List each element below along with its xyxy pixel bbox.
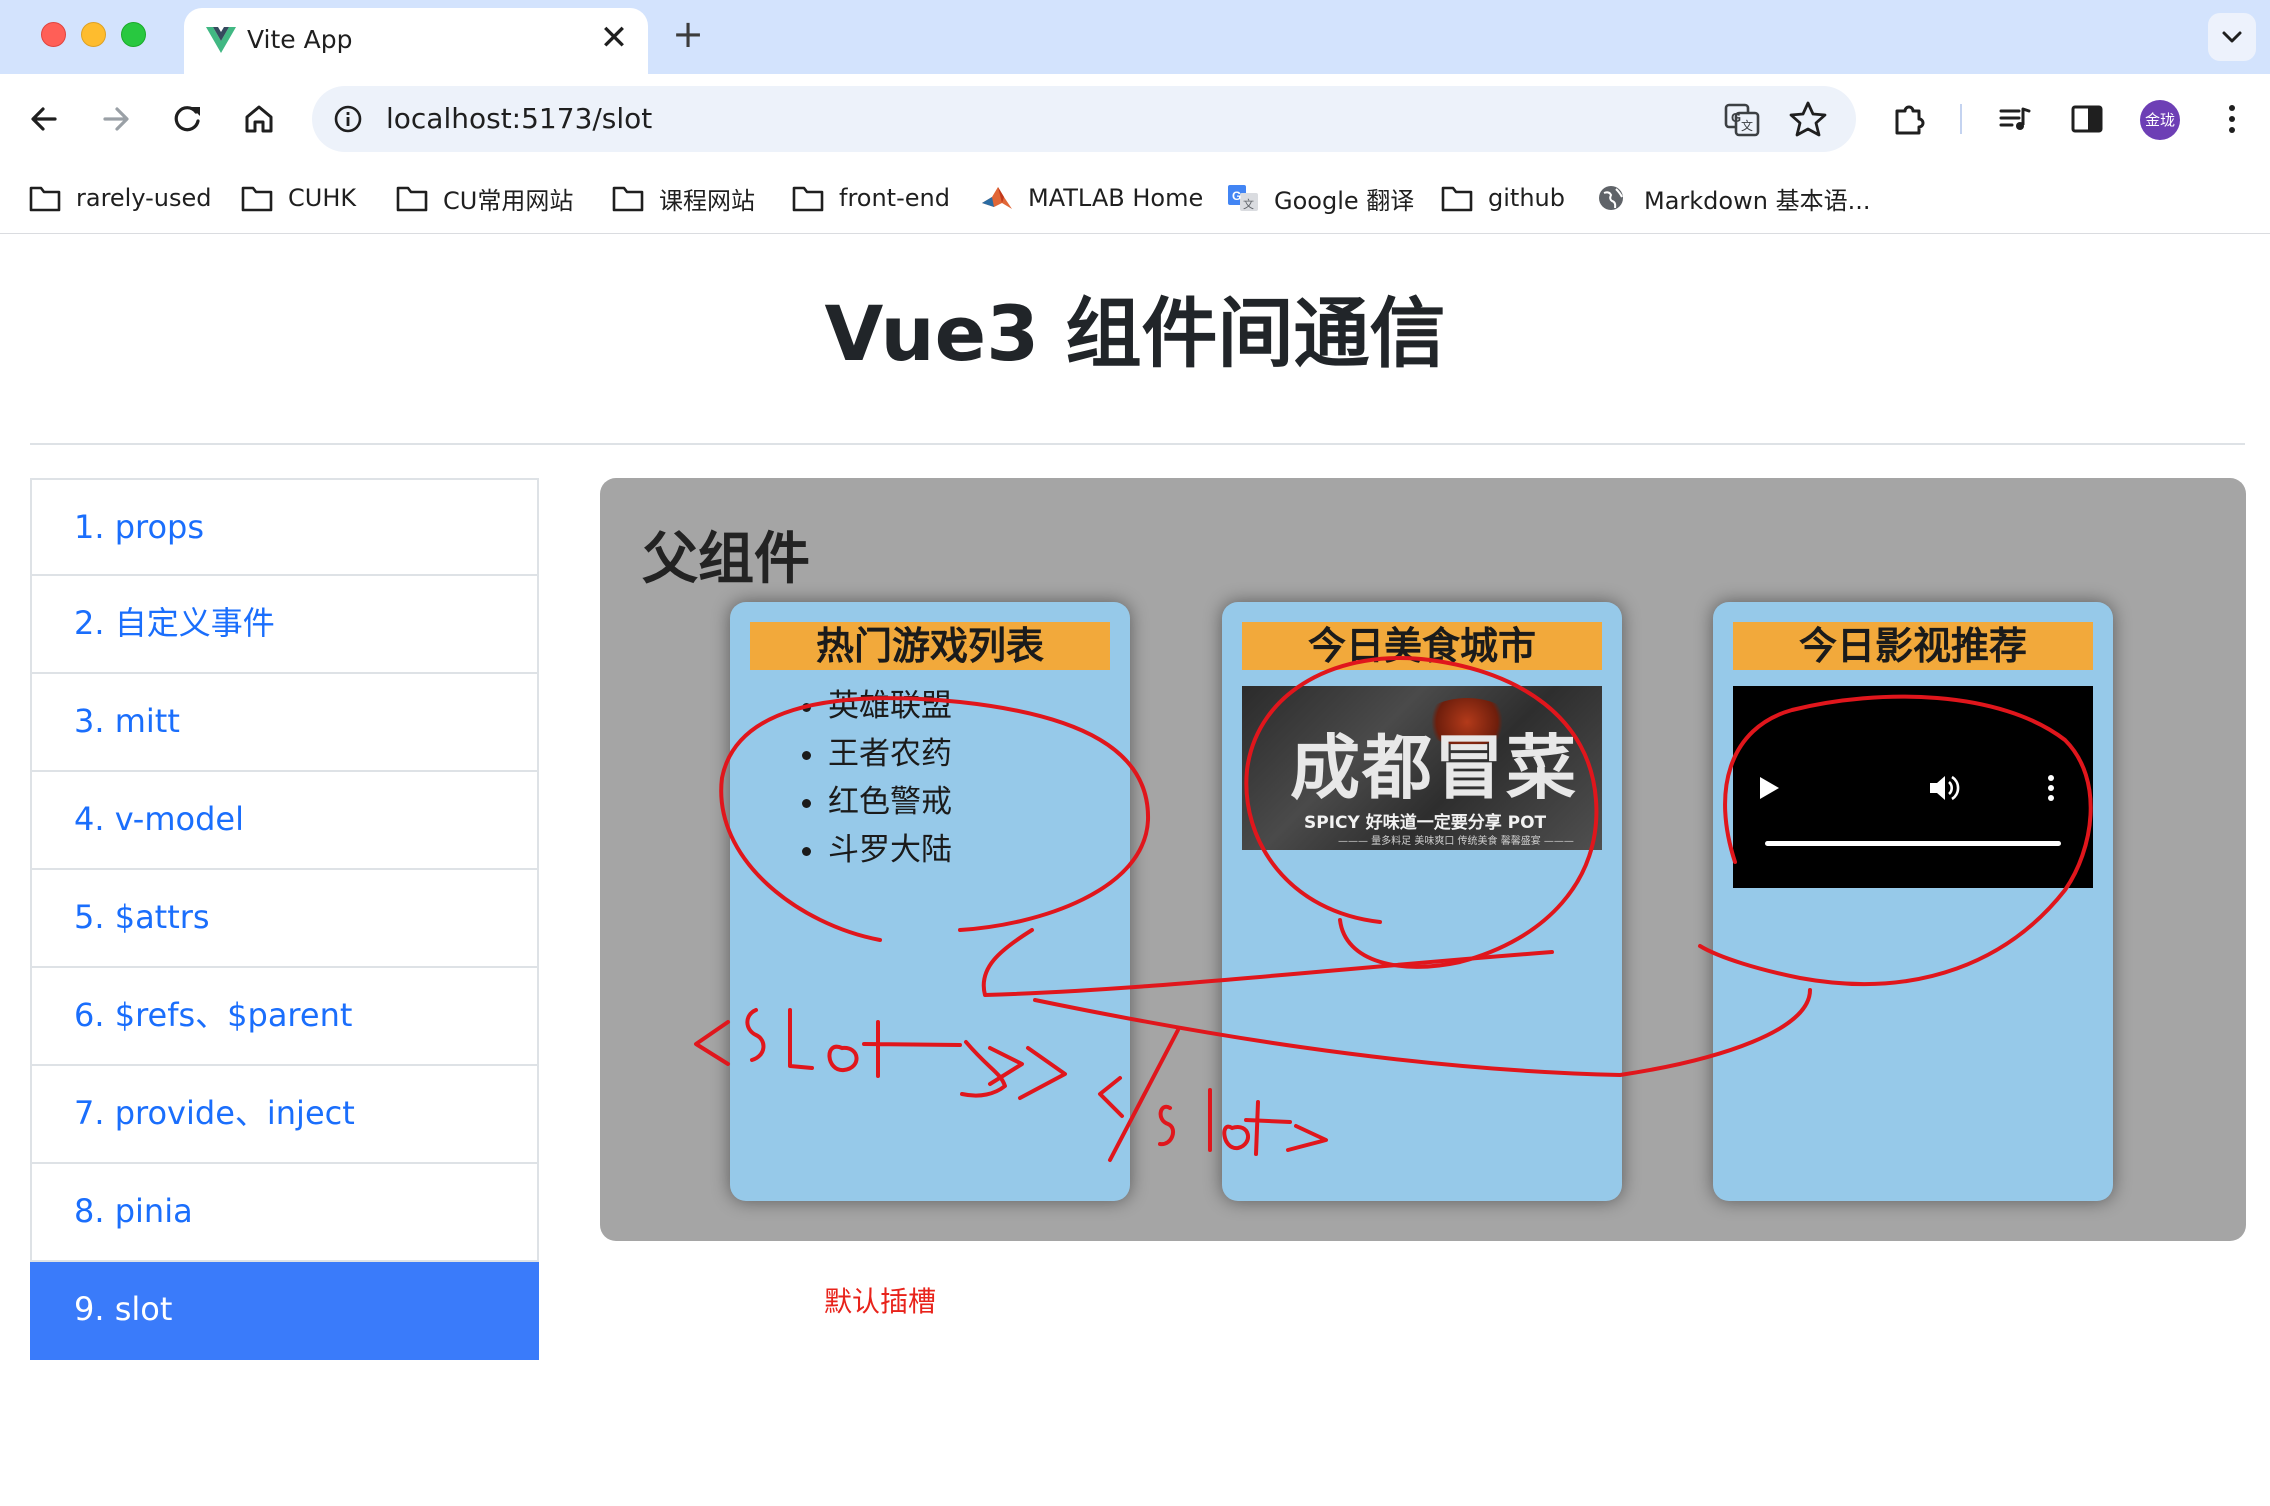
translate-icon[interactable]: G 文 bbox=[1720, 97, 1764, 141]
bookmark-label: 课程网站 bbox=[659, 186, 755, 215]
card-title: 热门游戏列表 bbox=[750, 622, 1110, 670]
nav-item-refs-parent[interactable]: 6. $refs、$parent bbox=[30, 968, 539, 1066]
nav-item-v-model[interactable]: 4. v-model bbox=[30, 772, 539, 870]
url-text[interactable]: localhost:5173/slot bbox=[386, 102, 652, 135]
divider bbox=[30, 443, 2245, 445]
tab-vite-app[interactable]: Vite App ✕ bbox=[184, 8, 648, 74]
default-slot-caption: 默认插槽 bbox=[824, 1285, 937, 1318]
food-image-subtitle: ——— 量多料足 美味爽口 传统美食 馨馨盛宴 ——— bbox=[1338, 836, 1574, 847]
category-card-food: 今日美食城市 成都冒菜 SPICY 好味道一定要分享 POT ——— 量多料足 … bbox=[1222, 602, 1622, 1201]
card-title: 今日影视推荐 bbox=[1733, 622, 2093, 670]
bookmark-course-sites[interactable]: 课程网站 bbox=[611, 176, 755, 220]
bookmark-rarely-used[interactable]: rarely-used bbox=[28, 176, 212, 220]
bookmark-label: CUHK bbox=[288, 184, 357, 212]
svg-text:G: G bbox=[1232, 189, 1241, 203]
profile-avatar[interactable]: 金珑 bbox=[2140, 100, 2180, 140]
media-queue-icon[interactable] bbox=[1991, 95, 2039, 143]
bookmark-label: CU常用网站 bbox=[443, 186, 574, 215]
bookmark-label: Markdown 基本语... bbox=[1644, 186, 1871, 215]
volume-icon[interactable] bbox=[1927, 772, 1963, 804]
page-title: Vue3 组件间通信 bbox=[824, 289, 1446, 378]
side-panel-icon[interactable] bbox=[2063, 95, 2111, 143]
tab-close-icon[interactable]: ✕ bbox=[594, 18, 634, 58]
list-item: 王者农药 bbox=[802, 730, 952, 778]
folder-icon bbox=[792, 186, 824, 212]
svg-text:文: 文 bbox=[1741, 118, 1753, 133]
zoom-window-button[interactable] bbox=[121, 22, 146, 47]
bookmark-google-translate[interactable]: G 文 Google 翻译 bbox=[1226, 176, 1414, 220]
address-bar[interactable]: localhost:5173/slot G 文 bbox=[312, 86, 1856, 152]
nav-item-custom-event[interactable]: 2. 自定义事件 bbox=[30, 576, 539, 674]
bookmark-github[interactable]: github bbox=[1440, 176, 1565, 220]
nav-item-pinia[interactable]: 8. pinia bbox=[30, 1164, 539, 1262]
extensions-puzzle-icon[interactable] bbox=[1885, 95, 1933, 143]
bookmark-label: Google 翻译 bbox=[1274, 186, 1415, 215]
category-card-games: 热门游戏列表 英雄联盟 王者农药 红色警戒 斗罗大陆 bbox=[730, 602, 1130, 1201]
bookmark-star-icon[interactable] bbox=[1786, 97, 1830, 141]
bookmark-label: github bbox=[1488, 184, 1565, 212]
category-card-movies: 今日影视推荐 bbox=[1713, 602, 2113, 1201]
bookmark-matlab-home[interactable]: MATLAB Home bbox=[980, 176, 1203, 220]
list-item: 红色警戒 bbox=[802, 778, 952, 826]
bookmark-label: MATLAB Home bbox=[1028, 184, 1204, 212]
svg-text:G: G bbox=[1731, 110, 1741, 125]
close-window-button[interactable] bbox=[41, 22, 66, 47]
reload-icon[interactable] bbox=[163, 95, 211, 143]
folder-icon bbox=[29, 186, 61, 212]
more-menu-icon[interactable] bbox=[2208, 95, 2256, 143]
tab-title: Vite App bbox=[247, 25, 353, 54]
new-tab-button[interactable]: + bbox=[668, 14, 708, 54]
list-item: 英雄联盟 bbox=[802, 682, 952, 730]
bookmark-label: front-end bbox=[839, 184, 950, 212]
folder-icon bbox=[612, 186, 644, 212]
nav-item-attrs[interactable]: 5. $attrs bbox=[30, 870, 539, 968]
toolbar-separator bbox=[1960, 104, 1962, 134]
bookmarks-bar: rarely-used CUHK CU常用网站 课程网站 front-end M… bbox=[0, 164, 2270, 234]
svg-text:文: 文 bbox=[1243, 197, 1254, 211]
bookmark-label: rarely-used bbox=[76, 184, 212, 212]
father-component: 父组件 热门游戏列表 英雄联盟 王者农药 红色警戒 斗罗大陆 今日美食城市 成都… bbox=[600, 478, 2246, 1241]
globe-icon bbox=[1599, 186, 1623, 210]
minimize-window-button[interactable] bbox=[81, 22, 106, 47]
food-image: 成都冒菜 SPICY 好味道一定要分享 POT ——— 量多料足 美味爽口 传统… bbox=[1242, 686, 1602, 850]
bookmark-cu-sites[interactable]: CU常用网站 bbox=[395, 176, 573, 220]
forward-arrow-icon[interactable] bbox=[91, 95, 139, 143]
video-player[interactable] bbox=[1733, 686, 2093, 888]
browser-toolbar: localhost:5173/slot G 文 金珑 bbox=[0, 74, 2270, 164]
chevron-down-icon bbox=[2222, 31, 2242, 43]
list-item: 斗罗大陆 bbox=[802, 826, 952, 874]
bookmark-markdown[interactable]: Markdown 基本语... bbox=[1596, 176, 1870, 220]
video-progress-bar[interactable] bbox=[1765, 841, 2061, 846]
nav-item-mitt[interactable]: 3. mitt bbox=[30, 674, 539, 772]
folder-icon bbox=[241, 186, 273, 212]
folder-icon bbox=[396, 186, 428, 212]
game-list: 英雄联盟 王者农药 红色警戒 斗罗大陆 bbox=[802, 682, 952, 874]
bookmark-front-end[interactable]: front-end bbox=[791, 176, 950, 220]
nav-item-props[interactable]: 1. props bbox=[30, 478, 539, 576]
nav-item-slot[interactable]: 9. slot bbox=[30, 1262, 539, 1360]
food-image-slogan: SPICY 好味道一定要分享 POT bbox=[1304, 813, 1547, 833]
matlab-icon bbox=[982, 187, 1012, 209]
father-title: 父组件 bbox=[642, 527, 810, 592]
bookmark-cuhk[interactable]: CUHK bbox=[240, 176, 356, 220]
site-info-icon[interactable] bbox=[332, 103, 364, 135]
food-image-logo: 成都冒菜 bbox=[1290, 726, 1578, 809]
home-icon[interactable] bbox=[235, 95, 283, 143]
play-icon[interactable] bbox=[1755, 774, 1783, 802]
back-arrow-icon[interactable] bbox=[21, 95, 69, 143]
nav-item-provide-inject[interactable]: 7. provide、inject bbox=[30, 1066, 539, 1164]
tab-strip: Vite App ✕ + bbox=[0, 0, 2270, 74]
tab-search-button[interactable] bbox=[2208, 13, 2256, 61]
card-title: 今日美食城市 bbox=[1242, 622, 1602, 670]
google-translate-icon: G 文 bbox=[1228, 185, 1258, 211]
vite-logo-icon bbox=[206, 27, 236, 53]
sidebar-nav: 1. props 2. 自定义事件 3. mitt 4. v-model 5. … bbox=[30, 478, 539, 1362]
folder-icon bbox=[1441, 186, 1473, 212]
video-options-icon[interactable] bbox=[2045, 772, 2057, 804]
